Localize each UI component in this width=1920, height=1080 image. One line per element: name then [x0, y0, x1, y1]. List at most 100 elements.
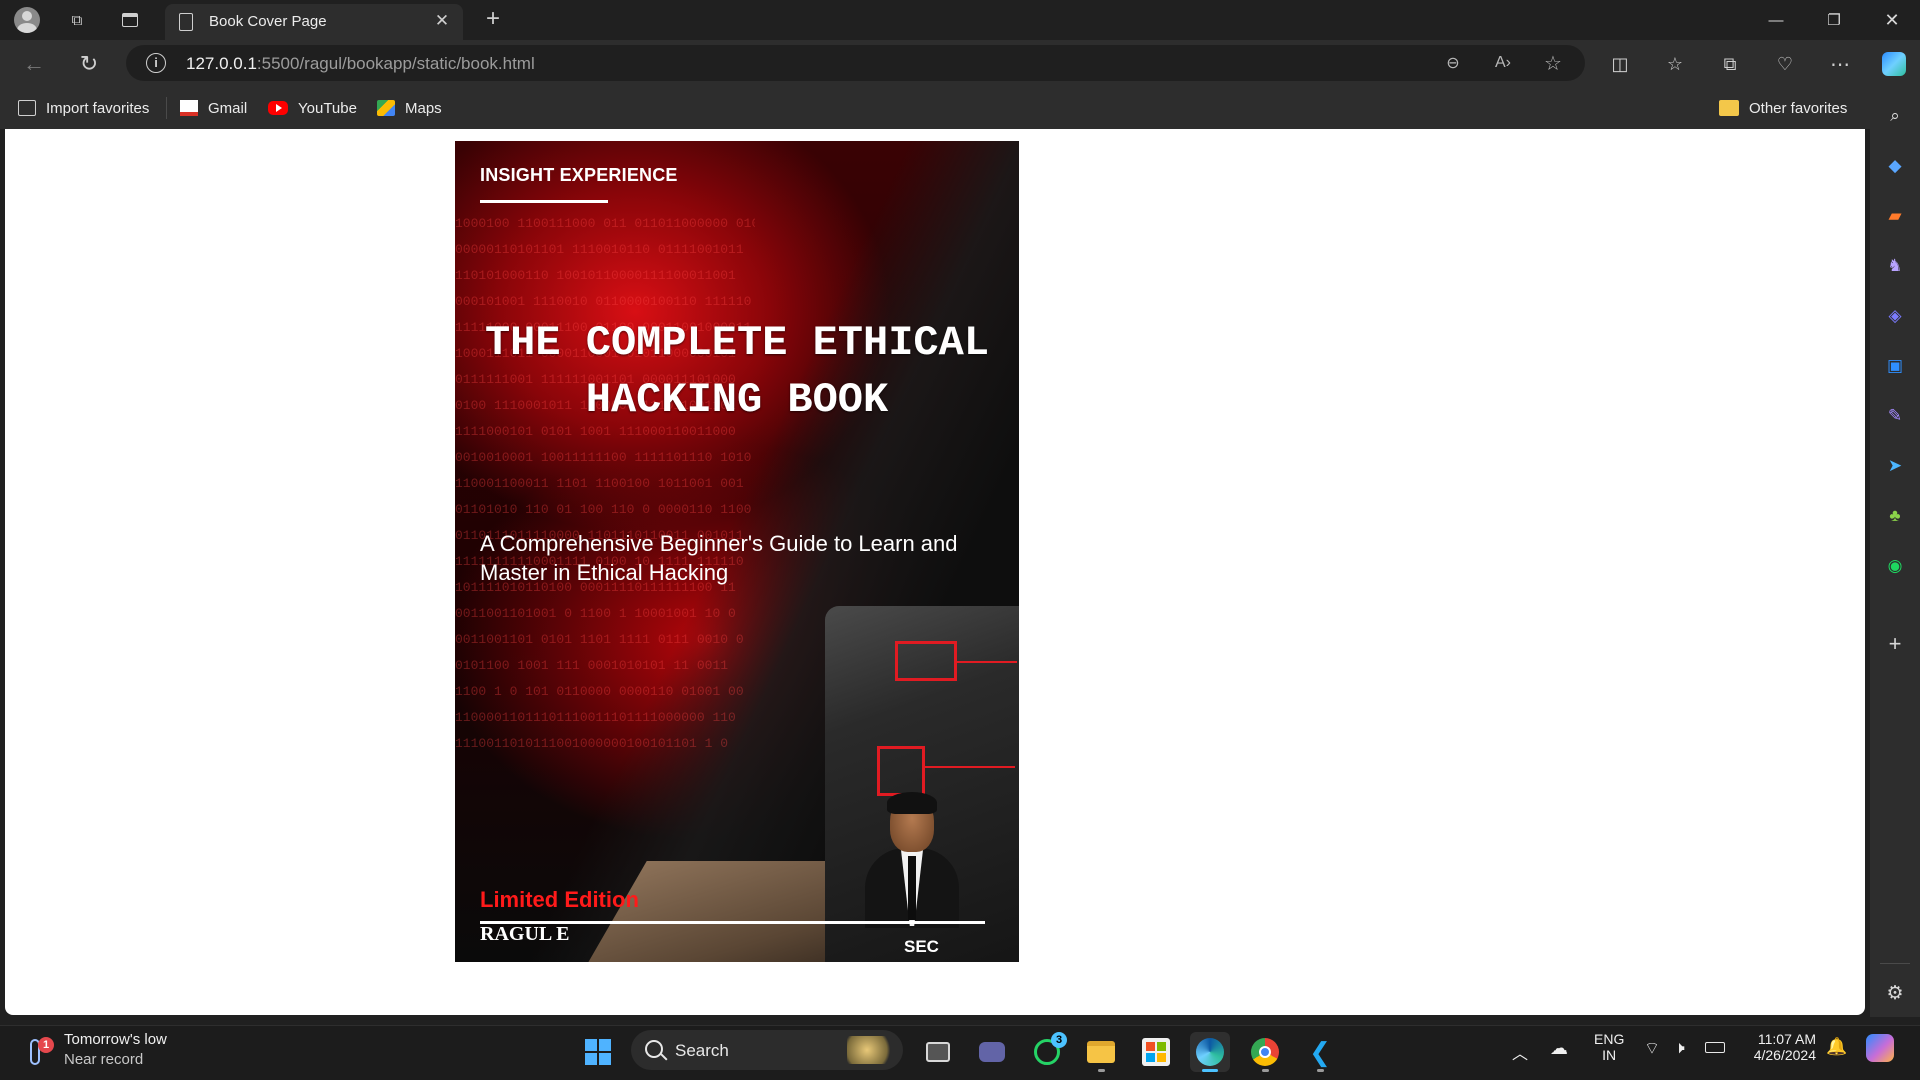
organization-label: SEC — [904, 937, 939, 956]
page-icon — [179, 13, 193, 31]
telegram-icon[interactable]: ➤ — [1881, 452, 1909, 480]
author-name: RAGUL E — [480, 923, 570, 945]
read-aloud-icon[interactable]: A› — [1489, 49, 1517, 77]
navigation-bar: ← ↻ i 127.0.0.1:5500/ragul/bookapp/stati… — [0, 40, 1920, 87]
notification-bell-icon[interactable]: 🔔 — [1826, 1037, 1847, 1057]
url-text[interactable]: 127.0.0.1:5500/ragul/bookapp/static/book… — [186, 54, 535, 74]
copilot-sidebar-icon[interactable]: ◈ — [1881, 302, 1909, 330]
copilot-icon[interactable] — [1880, 50, 1908, 78]
vscode-button[interactable]: ❮ — [1300, 1032, 1340, 1072]
maps-icon — [377, 100, 395, 116]
restore-button[interactable]: ❐ — [1806, 0, 1862, 40]
sidebar-divider — [1880, 963, 1910, 964]
browser-essentials-icon[interactable]: ♡ — [1771, 50, 1799, 78]
task-view-button[interactable] — [918, 1032, 958, 1072]
edge-sidebar: ⌕ ◆ ▰ ♞ ◈ ▣ ✎ ➤ ♣ ◉ + ⚙ — [1870, 87, 1920, 1017]
settings-and-more-icon[interactable]: ⋯ — [1826, 50, 1854, 78]
import-favorites-icon — [18, 100, 36, 116]
task-view-icon — [926, 1042, 950, 1062]
weather-thermometer-icon[interactable]: 1 — [26, 1037, 54, 1069]
series-label: INSIGHT EXPERIENCE — [480, 165, 678, 185]
vscode-icon: ❮ — [1309, 1036, 1331, 1067]
search-highlight-icon — [847, 1036, 897, 1064]
close-tab-icon[interactable]: ✕ — [431, 10, 453, 32]
outlook-icon[interactable]: ▣ — [1881, 352, 1909, 380]
favorites-bar: Import favorites Gmail YouTube Maps Othe… — [0, 87, 1870, 129]
zoom-out-icon[interactable]: ⊖ — [1439, 49, 1467, 77]
favorite-star-icon[interactable]: ☆ — [1539, 49, 1567, 77]
microsoft-store-button[interactable] — [1136, 1032, 1176, 1072]
vertical-tabs-icon[interactable] — [115, 6, 145, 34]
back-button[interactable]: ← — [18, 48, 50, 80]
maps-link[interactable]: Maps — [377, 97, 442, 119]
edge-button[interactable] — [1190, 1032, 1230, 1072]
tab-book-cover-page[interactable]: Book Cover Page ✕ — [165, 4, 463, 40]
tab-title: Book Cover Page — [209, 13, 327, 30]
book-cover: 1000100 1100111000 011 011011000000 01 00… — [455, 141, 1019, 962]
workspaces-icon[interactable]: ⧉ — [62, 6, 92, 34]
series-underline — [480, 200, 608, 203]
screen-connector-line — [957, 661, 1017, 663]
battery-icon[interactable] — [1705, 1040, 1725, 1057]
speaker-muted-icon[interactable]: 🕨 — [1674, 1038, 1685, 1058]
copilot-taskbar-icon[interactable] — [1866, 1034, 1894, 1062]
import-favorites-link[interactable]: Import favorites — [18, 97, 149, 119]
teams-chat-icon — [979, 1042, 1005, 1062]
onedrive-cloud-icon[interactable]: ☁ — [1550, 1038, 1568, 1059]
weather-badge: 1 — [38, 1037, 54, 1053]
sidebar-search-icon[interactable]: ⌕ — [1881, 102, 1909, 130]
chrome-icon — [1251, 1038, 1279, 1066]
youtube-icon — [268, 101, 288, 115]
edition-label: Limited Edition — [480, 887, 639, 912]
chrome-button[interactable] — [1245, 1032, 1285, 1072]
whatsapp-button[interactable]: 3 — [1027, 1032, 1067, 1072]
collections-icon[interactable]: ⧉ — [1716, 50, 1744, 78]
search-label: Search — [675, 1041, 729, 1060]
gmail-link[interactable]: Gmail — [180, 97, 247, 119]
book-title: THE COMPLETE ETHICAL HACKING BOOK — [484, 319, 990, 424]
page-viewport: 1000100 1100111000 011 011011000000 01 00… — [5, 129, 1865, 1015]
spotify-icon[interactable]: ◉ — [1881, 552, 1909, 580]
designer-icon[interactable]: ✎ — [1881, 402, 1909, 430]
weather-title[interactable]: Tomorrow's low — [64, 1031, 167, 1048]
language-indicator[interactable]: ENG IN — [1594, 1031, 1624, 1063]
whatsapp-badge: 3 — [1051, 1032, 1067, 1048]
shopping-tag-icon[interactable]: ◆ — [1881, 152, 1909, 180]
binary-code-background: 1000100 1100111000 011 011011000000 01 00… — [455, 216, 755, 751]
tree-icon[interactable]: ♣ — [1881, 502, 1909, 530]
add-sidebar-app-icon[interactable]: + — [1881, 630, 1909, 658]
address-bar[interactable]: i 127.0.0.1:5500/ragul/bookapp/static/bo… — [126, 45, 1585, 81]
favorites-divider — [166, 97, 167, 119]
favorites-icon[interactable]: ☆ — [1661, 50, 1689, 78]
clock[interactable]: 11:07 AM 4/26/2024 — [1750, 1031, 1816, 1063]
weather-subtitle[interactable]: Near record — [64, 1051, 143, 1068]
new-tab-button[interactable]: + — [478, 6, 508, 34]
sidebar-settings-icon[interactable]: ⚙ — [1881, 979, 1909, 1007]
games-icon[interactable]: ♞ — [1881, 252, 1909, 280]
start-button[interactable] — [578, 1032, 618, 1072]
windows-taskbar — [0, 1025, 1920, 1080]
windows-logo-icon — [585, 1039, 611, 1065]
split-screen-icon[interactable]: ◫ — [1606, 50, 1634, 78]
profile-avatar-icon[interactable] — [12, 6, 42, 34]
close-window-button[interactable]: ✕ — [1864, 0, 1920, 40]
gmail-icon — [180, 100, 198, 116]
tools-briefcase-icon[interactable]: ▰ — [1881, 202, 1909, 230]
book-subtitle: A Comprehensive Beginner's Guide to Lear… — [480, 531, 958, 585]
edge-icon — [1196, 1038, 1224, 1066]
show-hidden-icons[interactable]: ︿ — [1512, 1040, 1528, 1064]
other-favorites-folder[interactable]: Other favorites — [1719, 97, 1847, 119]
file-explorer-icon — [1087, 1041, 1115, 1063]
clock-date: 4/26/2024 — [1753, 1047, 1816, 1063]
search-icon — [645, 1040, 663, 1058]
screen-connector-line — [925, 766, 1015, 768]
youtube-link[interactable]: YouTube — [268, 97, 357, 119]
minimize-button[interactable]: ― — [1748, 0, 1804, 40]
taskbar-search-box[interactable]: Search — [631, 1030, 903, 1070]
wifi-icon[interactable]: ⌔ — [1644, 1038, 1660, 1059]
teams-chat-button[interactable] — [972, 1032, 1012, 1072]
site-info-icon[interactable]: i — [146, 53, 166, 73]
clock-time: 11:07 AM — [1757, 1031, 1816, 1047]
refresh-button[interactable]: ↻ — [73, 48, 105, 80]
file-explorer-button[interactable] — [1081, 1032, 1121, 1072]
